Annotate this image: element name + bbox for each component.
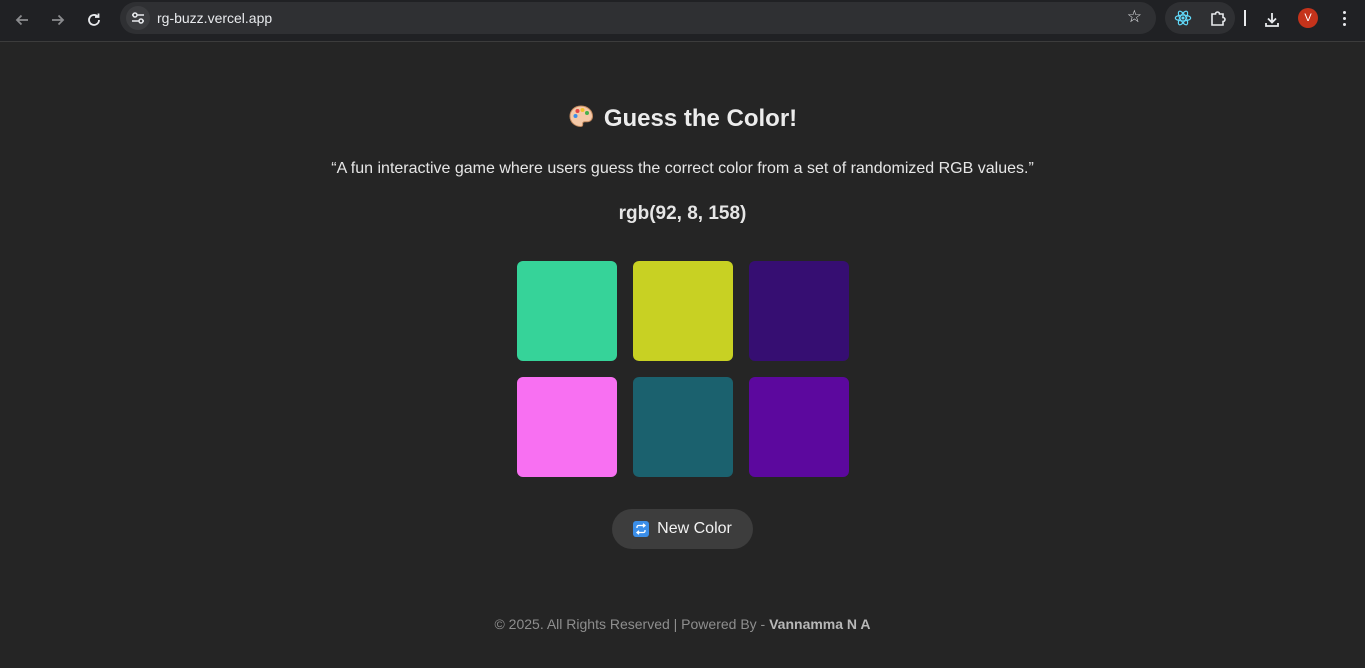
- game-description: “A fun interactive game where users gues…: [331, 160, 1034, 177]
- extensions-puzzle-icon[interactable]: [1208, 8, 1228, 28]
- bookmark-star-icon[interactable]: ☆: [1127, 7, 1142, 27]
- repeat-icon: [633, 521, 650, 537]
- profile-avatar[interactable]: V: [1298, 8, 1318, 28]
- page-title: Guess the Color!: [0, 104, 1365, 137]
- extensions-group: [1165, 2, 1235, 34]
- new-color-button[interactable]: New Color: [612, 509, 753, 549]
- new-color-label: New Color: [657, 520, 732, 537]
- arrow-right-icon: [52, 14, 65, 26]
- more-menu-icon[interactable]: [1334, 6, 1354, 30]
- color-swatch[interactable]: [517, 377, 617, 477]
- target-rgb-value: rgb(92, 8, 158): [618, 203, 747, 224]
- color-swatch[interactable]: [633, 377, 733, 477]
- reload-icon: [88, 13, 100, 26]
- browser-toolbar: rg-buzz.vercel.app ☆ V: [0, 0, 1365, 42]
- tune-icon: [132, 12, 144, 24]
- back-button[interactable]: [8, 6, 36, 34]
- color-swatch[interactable]: [749, 377, 849, 477]
- url-text: rg-buzz.vercel.app: [157, 10, 273, 26]
- title-text: Guess the Color!: [603, 105, 798, 132]
- downloads-button[interactable]: [1258, 6, 1286, 34]
- footer-text: © 2025. All Rights Reserved | Powered By…: [494, 616, 770, 632]
- page-footer: © 2025. All Rights Reserved | Powered By…: [0, 616, 1365, 632]
- color-swatch-grid: [517, 261, 849, 477]
- address-bar[interactable]: rg-buzz.vercel.app ☆: [120, 2, 1156, 34]
- color-swatch[interactable]: [517, 261, 617, 361]
- react-devtools-icon[interactable]: [1173, 8, 1193, 28]
- download-icon: [1265, 13, 1279, 27]
- toolbar-divider: [1244, 10, 1246, 26]
- footer-author: Vannamma N A: [769, 616, 871, 632]
- color-swatch[interactable]: [633, 261, 733, 361]
- palette-icon: [568, 104, 594, 137]
- forward-button[interactable]: [44, 6, 72, 34]
- arrow-left-icon: [15, 14, 28, 26]
- color-swatch[interactable]: [749, 261, 849, 361]
- reload-button[interactable]: [80, 6, 108, 34]
- site-info-button[interactable]: [126, 6, 150, 30]
